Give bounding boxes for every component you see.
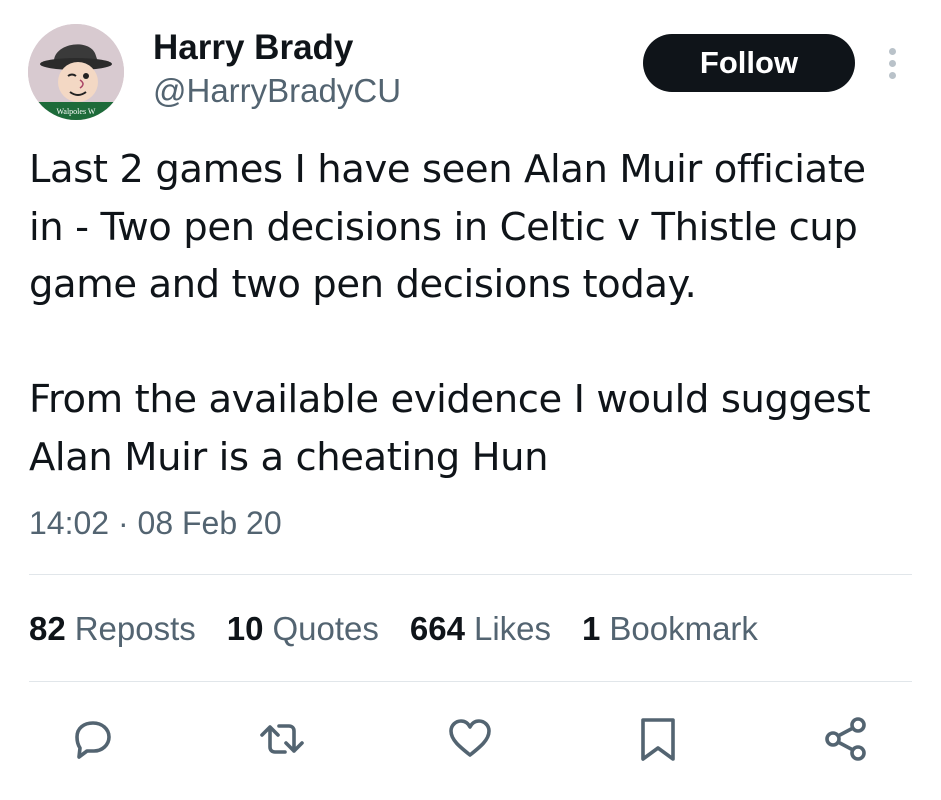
repost-icon — [260, 724, 304, 754]
reply-button[interactable] — [69, 715, 117, 763]
reply-icon — [75, 721, 111, 759]
more-vertical-icon-dot — [889, 60, 896, 67]
repost-button[interactable] — [258, 715, 306, 763]
share-button[interactable] — [822, 715, 870, 763]
display-name[interactable]: Harry Brady — [153, 28, 353, 68]
stat-quotes[interactable]: 10 Quotes — [227, 607, 379, 651]
stat-label: Reposts — [74, 610, 196, 647]
avatar-illustration: Walpoles W — [28, 24, 124, 120]
avatar[interactable]: Walpoles W — [28, 24, 124, 120]
tweet-timestamp[interactable]: 14:02 · 08 Feb 20 — [29, 502, 282, 544]
share-icon — [825, 717, 866, 761]
stat-reposts[interactable]: 82 Reposts — [29, 607, 196, 651]
stat-label: Quotes — [272, 610, 379, 647]
more-vertical-icon-dot — [889, 72, 896, 79]
more-options-button[interactable] — [878, 44, 908, 84]
user-handle[interactable]: @HarryBradyCU — [153, 72, 401, 110]
bookmark-button[interactable] — [634, 715, 682, 763]
stat-count: 10 — [226, 610, 264, 647]
stat-count: 82 — [29, 610, 66, 647]
heart-icon — [449, 719, 491, 757]
avatar-banner-text: Walpoles W — [57, 107, 96, 116]
stat-likes[interactable]: 664 Likes — [410, 607, 551, 651]
tweet-card: Walpoles W Harry Brady @HarryBradyCU Fol… — [0, 0, 941, 800]
stat-label: Likes — [473, 610, 552, 647]
stat-count: 1 — [582, 610, 601, 647]
follow-button[interactable]: Follow — [643, 34, 855, 92]
tweet-text: Last 2 games I have seen Alan Muir offic… — [29, 141, 919, 486]
tweet-paragraph: Last 2 games I have seen Alan Muir offic… — [29, 147, 866, 307]
divider — [29, 681, 912, 682]
more-vertical-icon — [889, 48, 896, 55]
tweet-paragraph: From the available evidence I would sugg… — [29, 377, 871, 480]
stat-bookmarks[interactable]: 1 Bookmark — [582, 607, 758, 651]
bookmark-icon — [641, 718, 675, 761]
stat-count: 664 — [409, 610, 465, 647]
engagement-stats: 82 Reposts 10 Quotes 664 Likes 1 Bookmark — [29, 607, 789, 651]
divider — [29, 574, 912, 575]
stat-label: Bookmark — [609, 610, 758, 647]
like-button[interactable] — [446, 715, 494, 763]
